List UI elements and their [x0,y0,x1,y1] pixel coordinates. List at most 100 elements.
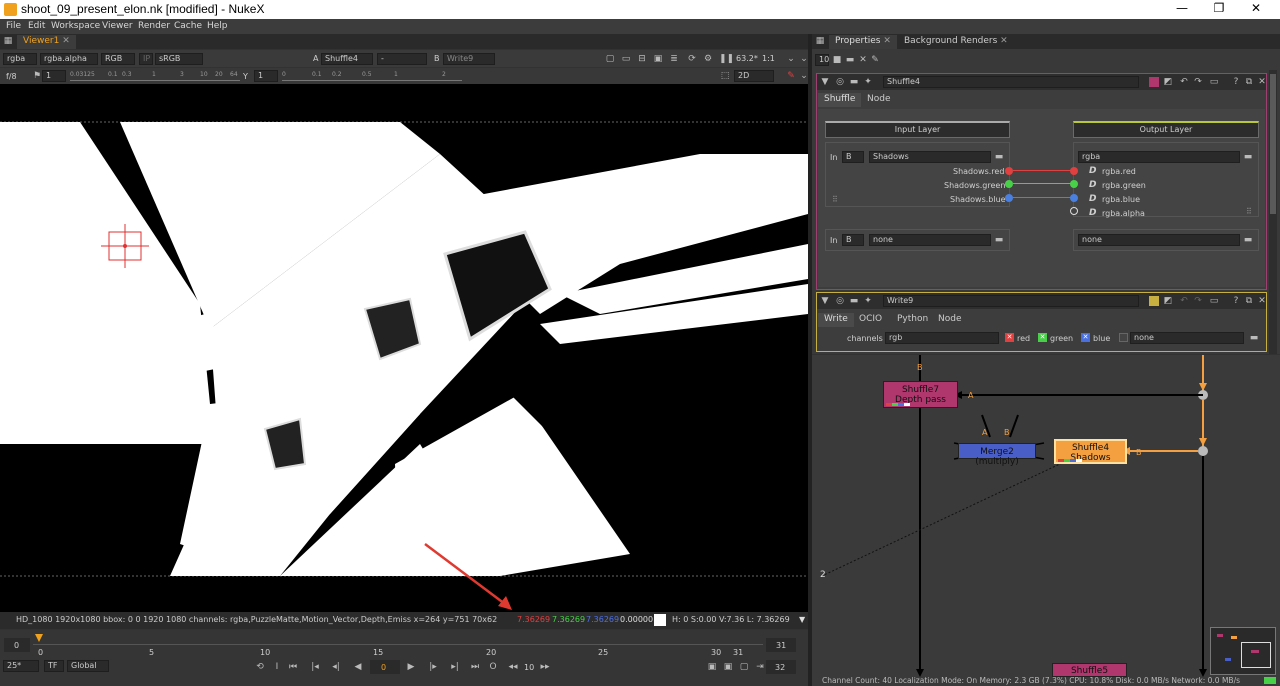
range-dropdown[interactable]: Global [67,660,109,672]
tile-color-icon[interactable] [1149,296,1159,306]
prev-keyframe-icon[interactable]: |◂ [310,662,320,672]
proxy-icon[interactable]: ⚙ [703,54,713,64]
tab-background-renders[interactable]: Background Renders ✕ [898,35,1014,49]
tab-node[interactable]: Node [861,93,897,107]
tab-properties[interactable]: Properties ✕ [829,35,897,49]
redo-icon[interactable]: ↷ [1193,77,1203,87]
redo-icon[interactable]: ↷ [1193,296,1203,306]
font-color-icon[interactable]: ◩ [1163,296,1173,306]
view-node-icon[interactable]: ◎ [835,296,845,306]
next-keyframe-icon[interactable]: ▸| [450,662,460,672]
close-button[interactable]: ✕ [1238,1,1274,18]
input-b-dropdown-2[interactable]: B [842,234,864,246]
float-icon[interactable]: ▬ [845,55,855,65]
view-node-icon[interactable]: ◎ [835,77,845,87]
node-shuffle4[interactable]: Shuffle4 Shadows [1054,439,1127,464]
layer-menu-icon[interactable]: ▬ [1243,152,1253,162]
minimize-button[interactable]: — [1164,1,1200,18]
paint-icon[interactable]: ✎ [786,71,796,81]
wipe-icon[interactable]: ⊟ [637,54,647,64]
revert-icon[interactable]: ▭ [1209,296,1219,306]
rgba-green-icon[interactable]: D [1089,180,1096,190]
write-channels-dropdown[interactable]: rgb [885,332,999,344]
layer-menu-icon[interactable]: ▬ [1249,333,1259,343]
safe-area-icon[interactable]: ▭ [621,54,631,64]
frame-count-field[interactable]: 32 [766,660,796,674]
red-checkbox[interactable]: ✕ [1005,333,1014,342]
refresh-icon[interactable]: ⟳ [687,54,697,64]
roi-icon[interactable]: ▢ [605,54,615,64]
out-blue-connector[interactable] [1070,194,1078,202]
playhead-icon[interactable] [35,634,43,642]
chevron-down-icon[interactable]: ⌄ [786,54,796,64]
undo-icon[interactable]: ↶ [1179,77,1189,87]
colorspace-dropdown[interactable]: sRGB [155,53,203,65]
maximize-button[interactable]: ❐ [1201,1,1237,18]
menu-help[interactable]: Help [207,21,228,31]
rgba-red-icon[interactable]: D [1089,166,1096,176]
ip-button[interactable]: IP [139,53,153,65]
rgba-alpha-icon[interactable]: D [1089,208,1096,218]
extra-checkbox[interactable] [1119,333,1128,342]
current-frame-field[interactable]: 0 [370,660,400,674]
pane-menu-icon[interactable]: ▦ [815,36,825,46]
menu-viewer[interactable]: Viewer [102,21,133,31]
display-dropdown[interactable]: RGB [101,53,135,65]
timeline-end-field[interactable]: 31 [766,638,796,652]
gain-field[interactable]: 1 [42,70,66,82]
timeline-start-field[interactable]: 0 [4,638,30,652]
fstop-label[interactable]: f/8 [6,72,17,81]
input-layer-dropdown[interactable]: Shadows [869,151,991,163]
float-panel-icon[interactable]: ⧉ [1244,296,1254,306]
help-icon[interactable]: ? [1231,77,1241,87]
input-b-dropdown[interactable]: B [842,151,864,163]
collapse-icon[interactable]: ▼ [820,296,830,306]
clear-icon[interactable]: ✕ [858,55,868,65]
out-green-connector[interactable] [1070,180,1078,188]
skip-back-icon[interactable]: ◂◂ [508,662,518,672]
ratio-value[interactable]: 1:1 [762,54,775,63]
lock-icon[interactable]: ▢ [739,662,749,672]
composite-dropdown[interactable]: - [377,53,427,65]
properties-scrollbar[interactable] [1269,70,1277,354]
pane-menu-icon[interactable]: ▦ [3,36,13,46]
rgba-blue-icon[interactable]: D [1089,194,1096,204]
input-a-dropdown[interactable]: Shuffle4 [321,53,373,65]
chevron-down-icon[interactable]: ▼ [799,615,805,624]
layer-menu-icon[interactable]: ▬ [994,152,1004,162]
zoom-value[interactable]: 63.2* [736,54,758,63]
center-node-icon[interactable]: ▬ [849,296,859,306]
in-point-icon[interactable]: I [272,662,282,672]
overlay-icon[interactable]: ▣ [653,54,663,64]
last-frame-icon[interactable]: ⏭ [470,662,480,672]
gain-slider[interactable]: 0.03125 0.1 0.3 1 3 10 20 64 [70,71,240,81]
play-forward-icon[interactable]: ▶ [406,662,416,672]
blue-checkbox[interactable]: ✕ [1081,333,1090,342]
menu-cache[interactable]: Cache [174,21,202,31]
tf-dropdown[interactable]: TF [44,660,64,672]
tab-viewer1[interactable]: Viewer1 ✕ [17,35,76,49]
menu-render[interactable]: Render [138,21,170,31]
node-graph[interactable]: B Shuffle7 Depth pass A A B Merge2 (multi… [812,355,1280,686]
in-blue-connector[interactable] [1005,194,1013,202]
skip-value[interactable]: 10 [524,663,534,672]
tile-color-icon[interactable] [1149,77,1159,87]
alpha-dropdown[interactable]: rgba.alpha [40,53,98,65]
menu-workspace[interactable]: Workspace [51,21,100,31]
out-alpha-connector[interactable] [1070,207,1078,215]
layer-menu-icon[interactable]: ▬ [994,235,1004,245]
node-name-field[interactable]: Write9 [883,295,1139,307]
font-color-icon[interactable]: ◩ [1163,77,1173,87]
output-layer-dropdown[interactable]: rgba [1078,151,1240,163]
minimap[interactable] [1210,627,1276,675]
center-node-icon[interactable]: ▬ [849,77,859,87]
input-icon[interactable]: ✦ [863,296,873,306]
gamma-slider[interactable]: 0 0.1 0.2 0.5 1 2 [282,71,462,81]
pause-icon[interactable]: ❚❚ [719,54,734,64]
close-icon[interactable]: ✕ [1257,296,1267,306]
3d-icon[interactable]: ⬚ [720,71,730,81]
lut-icon[interactable]: ≣ [669,54,679,64]
minimap-viewport[interactable] [1241,642,1271,668]
collapse-icon[interactable]: ▼ [820,77,830,87]
input-b-dropdown[interactable]: Write9 [443,53,495,65]
